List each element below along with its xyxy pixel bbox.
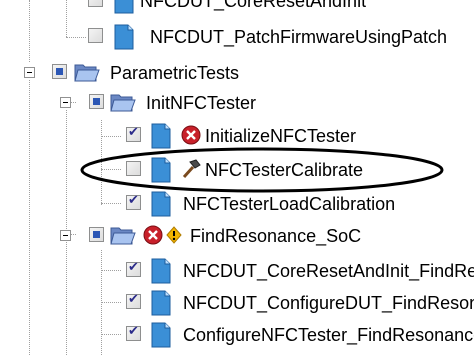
tree-item-label: InitializeNFCTester <box>205 126 357 146</box>
tree-item-label: NFCDUT_CoreResetAndInit <box>140 0 367 11</box>
hammer-icon <box>182 159 201 179</box>
collapse-toggle[interactable] <box>60 230 71 241</box>
warning-icon <box>166 226 182 244</box>
checkbox[interactable] <box>52 64 67 79</box>
checkbox[interactable] <box>126 161 141 176</box>
tree-item-label: NFCDUT_CoreResetAndInit_FindResonance <box>183 261 474 281</box>
tree-item-label: ConfigureNFCTester_FindResonance <box>183 325 474 345</box>
folder-open-icon <box>110 94 136 112</box>
document-icon <box>151 157 171 183</box>
document-icon <box>114 24 134 50</box>
document-icon <box>151 290 171 316</box>
document-icon <box>151 322 171 348</box>
tree-item-nfcdut-coreresetandinit-findresonance[interactable]: NFCDUT_CoreResetAndInit_FindResonance <box>0 256 474 286</box>
checkbox[interactable] <box>126 125 141 142</box>
tree-item-nfctestercalibrate[interactable]: NFCTesterCalibrate <box>0 155 474 185</box>
tree-item-label: NFCDUT_ConfigureDUT_FindResonance <box>183 293 474 313</box>
tree-item-initnfctester[interactable]: InitNFCTester <box>0 88 474 118</box>
tree-item-nfcdut-configuredut-findresonance[interactable]: NFCDUT_ConfigureDUT_FindResonance <box>0 288 474 318</box>
document-icon <box>151 191 171 217</box>
tree-item-configurenfctester-findresonance[interactable]: ConfigureNFCTester_FindResonance <box>0 320 474 350</box>
folder-open-icon <box>74 64 100 82</box>
tree-item-parametrictests[interactable]: ParametricTests <box>0 58 474 88</box>
error-icon <box>181 125 201 145</box>
document-icon <box>114 0 134 14</box>
tree-item-label: ParametricTests <box>110 63 240 83</box>
collapse-toggle[interactable] <box>60 97 71 108</box>
folder-open-icon <box>110 227 136 245</box>
collapse-toggle[interactable] <box>24 67 35 78</box>
tree-item-label: NFCTesterLoadCalibration <box>183 194 396 214</box>
tree-item-nfcdut-patchfirmware[interactable]: NFCDUT_PatchFirmwareUsingPatch <box>0 22 474 52</box>
tree-item-nfcdut-coreresetandinit[interactable]: NFCDUT_CoreResetAndInit <box>0 0 474 16</box>
checkbox[interactable] <box>89 227 104 242</box>
checkbox[interactable] <box>88 0 103 7</box>
test-tree-view[interactable]: NFCDUT_CoreResetAndInit NFCDUT_PatchFirm… <box>0 0 474 355</box>
checkbox[interactable] <box>126 193 141 210</box>
document-icon <box>151 123 171 149</box>
error-icon <box>143 225 163 245</box>
tree-item-nfctesterloadcalibration[interactable]: NFCTesterLoadCalibration <box>0 189 474 219</box>
checkbox[interactable] <box>126 292 141 309</box>
tree-item-label: NFCTesterCalibrate <box>205 160 364 180</box>
checkbox[interactable] <box>126 324 141 341</box>
tree-item-initializenfctester[interactable]: InitializeNFCTester <box>0 121 474 151</box>
document-icon <box>151 258 171 284</box>
checkbox[interactable] <box>88 28 103 43</box>
tree-item-findresonance-soc[interactable]: FindResonance_SoC <box>0 221 474 251</box>
checkbox[interactable] <box>126 260 141 277</box>
checkbox[interactable] <box>89 94 104 109</box>
tree-item-label: NFCDUT_PatchFirmwareUsingPatch <box>150 27 448 47</box>
tree-item-label: InitNFCTester <box>146 93 257 113</box>
tree-item-label: FindResonance_SoC <box>190 226 362 246</box>
